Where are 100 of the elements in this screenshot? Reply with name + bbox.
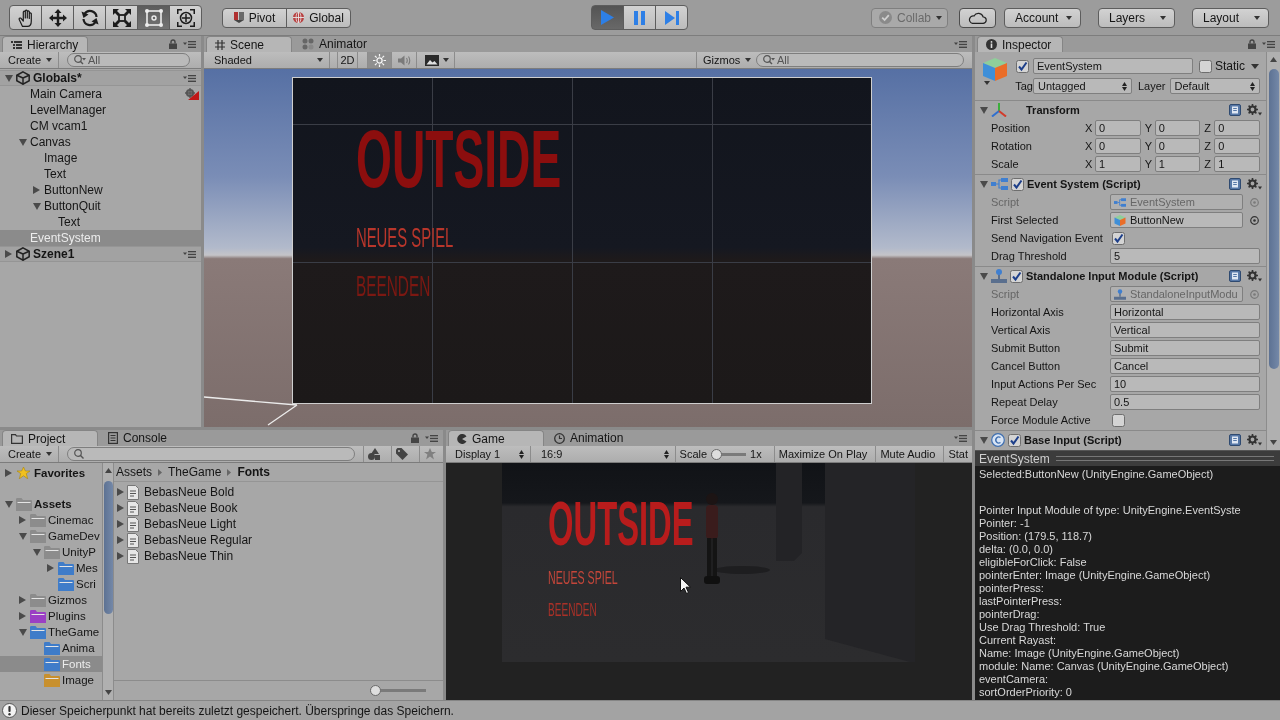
name-field[interactable]: EventSystem bbox=[1033, 58, 1193, 74]
disclosure-triangle-icon[interactable] bbox=[980, 272, 988, 280]
folder-item[interactable]: UnityP bbox=[0, 544, 102, 560]
gear-icon[interactable] bbox=[1247, 270, 1262, 282]
checkbox[interactable] bbox=[1112, 231, 1125, 245]
dropdown-button[interactable]: Layout bbox=[1192, 7, 1269, 28]
search-field[interactable]: All bbox=[67, 53, 190, 67]
display-dropdown[interactable]: Display 1 bbox=[449, 446, 531, 462]
toolbar-button[interactable]: Maximize On Play bbox=[773, 446, 872, 462]
menu-icon[interactable] bbox=[954, 40, 967, 48]
number-field[interactable]: 0 bbox=[1154, 138, 1201, 154]
folder-item[interactable]: Plugins bbox=[0, 608, 102, 624]
pivot-mode-button[interactable]: Pivot bbox=[222, 7, 287, 28]
scrollbar-track[interactable] bbox=[1266, 52, 1280, 450]
checkbox[interactable] bbox=[1010, 269, 1023, 283]
shading-dropdown[interactable]: Shaded bbox=[208, 52, 330, 68]
circle-dot-icon[interactable] bbox=[1250, 197, 1259, 207]
font-asset-item[interactable]: BebasNeue Regular bbox=[114, 532, 443, 548]
slider-thumb[interactable] bbox=[711, 448, 723, 460]
step-button[interactable] bbox=[655, 5, 688, 30]
menu-icon[interactable] bbox=[183, 74, 196, 82]
label-filter-button[interactable] bbox=[391, 446, 411, 462]
disclosure-triangle-icon[interactable] bbox=[117, 552, 124, 560]
checkbox[interactable] bbox=[1199, 59, 1212, 73]
number-field[interactable]: 0 bbox=[1095, 138, 1141, 154]
arrow-up-icon[interactable] bbox=[1270, 57, 1277, 62]
lock-icon[interactable] bbox=[1248, 39, 1256, 49]
folder-item[interactable]: Mes bbox=[0, 560, 102, 576]
number-field[interactable]: 0 bbox=[1154, 120, 1201, 136]
number-field[interactable]: 0 bbox=[1214, 120, 1260, 136]
create-dropdown[interactable]: Create bbox=[4, 52, 60, 68]
folder-item[interactable]: Image bbox=[0, 672, 102, 688]
slider-thumb[interactable] bbox=[370, 685, 381, 696]
font-asset-item[interactable]: BebasNeue Thin bbox=[114, 548, 443, 564]
text-field[interactable]: Horizontal bbox=[1110, 304, 1260, 320]
scene-item[interactable]: Globals* bbox=[0, 70, 201, 86]
text-field[interactable]: Vertical bbox=[1110, 322, 1260, 338]
gear-icon[interactable] bbox=[1247, 178, 1262, 190]
tool-button[interactable] bbox=[105, 5, 138, 30]
scrollbar-track[interactable] bbox=[102, 463, 114, 700]
arrow-down-icon[interactable] bbox=[104, 690, 112, 695]
cloud-button[interactable] bbox=[959, 7, 996, 28]
favorites-item[interactable]: Favorites bbox=[0, 465, 102, 481]
search-field[interactable] bbox=[67, 447, 355, 461]
text-field[interactable]: Submit bbox=[1110, 340, 1260, 356]
menu-icon[interactable] bbox=[183, 40, 196, 48]
text-field[interactable]: 10 bbox=[1110, 376, 1260, 392]
scrollbar-thumb[interactable] bbox=[1268, 69, 1279, 369]
disclosure-triangle-icon[interactable] bbox=[117, 520, 124, 528]
tool-button[interactable] bbox=[9, 5, 42, 30]
slider-track[interactable] bbox=[711, 448, 747, 460]
tab[interactable]: Project bbox=[2, 430, 98, 446]
disclosure-triangle-icon[interactable] bbox=[117, 536, 124, 544]
hierarchy-item[interactable]: ButtonQuit bbox=[0, 198, 201, 214]
disclosure-triangle-icon[interactable] bbox=[19, 138, 27, 146]
tab[interactable]: Animation bbox=[546, 430, 632, 446]
disclosure-triangle-icon[interactable] bbox=[19, 516, 26, 524]
disclosure-triangle-icon[interactable] bbox=[980, 436, 988, 444]
hierarchy-item[interactable]: LevelManager bbox=[0, 102, 201, 118]
gear-icon[interactable] bbox=[1247, 434, 1262, 446]
disclosure-triangle-icon[interactable] bbox=[5, 469, 12, 477]
dropdown-button[interactable]: Layers bbox=[1098, 7, 1175, 28]
toolbar-button[interactable]: Stat bbox=[943, 446, 972, 462]
toolbar-button[interactable]: Mute Audio bbox=[875, 446, 940, 462]
breadcrumb-link[interactable]: Fonts bbox=[237, 465, 271, 479]
disclosure-triangle-icon[interactable] bbox=[19, 596, 26, 604]
folder-item[interactable]: Cinemac bbox=[0, 512, 102, 528]
create-dropdown[interactable]: Create bbox=[4, 446, 60, 462]
hierarchy-item[interactable]: Main Camera bbox=[0, 86, 201, 102]
menu-icon[interactable] bbox=[425, 434, 438, 442]
circle-dot-icon[interactable] bbox=[1250, 289, 1259, 299]
disclosure-triangle-icon[interactable] bbox=[19, 532, 27, 540]
aspect-dropdown[interactable]: 16:9 bbox=[535, 446, 676, 462]
type-filter-button[interactable] bbox=[363, 446, 383, 462]
tab[interactable]: Inspector bbox=[977, 36, 1063, 52]
scene-item[interactable]: Szene1 bbox=[0, 246, 201, 262]
folder-item[interactable]: Scri bbox=[0, 576, 102, 592]
hierarchy-item[interactable]: CM vcam1 bbox=[0, 118, 201, 134]
disclosure-triangle-icon[interactable] bbox=[19, 628, 27, 636]
hierarchy-item[interactable]: ButtonNew bbox=[0, 182, 201, 198]
tool-button[interactable] bbox=[169, 5, 202, 30]
disclosure-triangle-icon[interactable] bbox=[117, 504, 124, 512]
menu-icon[interactable] bbox=[1262, 40, 1275, 48]
mode-2d-button[interactable]: 2D bbox=[337, 52, 358, 68]
disclosure-triangle-icon[interactable] bbox=[33, 186, 40, 194]
number-field[interactable]: 1 bbox=[1095, 156, 1141, 172]
object-field[interactable]: ButtonNew bbox=[1110, 212, 1243, 228]
tab[interactable]: Animator bbox=[294, 36, 380, 52]
hierarchy-item[interactable]: Image bbox=[0, 150, 201, 166]
search-field[interactable]: All bbox=[756, 53, 964, 67]
scrollbar-thumb[interactable] bbox=[103, 481, 113, 614]
disclosure-triangle-icon[interactable] bbox=[5, 250, 12, 258]
number-field[interactable]: 1 bbox=[1214, 156, 1260, 172]
book-icon[interactable] bbox=[1229, 104, 1241, 116]
tool-button[interactable] bbox=[73, 5, 106, 30]
hierarchy-item[interactable]: Text bbox=[0, 214, 201, 230]
arrow-down-icon[interactable] bbox=[1270, 440, 1277, 445]
checkbox[interactable] bbox=[1016, 59, 1029, 73]
checkbox[interactable] bbox=[1008, 433, 1021, 447]
tab[interactable]: Console bbox=[100, 430, 186, 446]
